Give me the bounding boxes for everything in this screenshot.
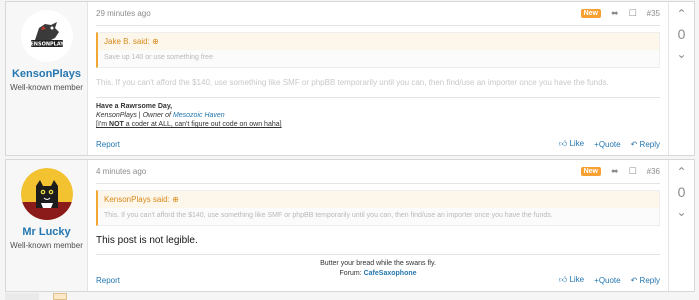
signature-name: KensonPlays: [96, 112, 137, 119]
like-label: Like: [569, 275, 585, 284]
quote-label: Quote: [598, 139, 621, 149]
up-arrow-icon[interactable]: ⌃: [669, 6, 694, 22]
vote-score: 0: [677, 184, 686, 200]
page-navigation: [5, 293, 67, 300]
up-arrow-icon[interactable]: ⌃: [669, 164, 694, 180]
post-header: 4 minutes ago New ⬌ ☐ #36: [96, 160, 660, 184]
user-title: Well-known member: [10, 241, 83, 250]
like-label: Like: [569, 139, 585, 148]
vote-column: ⌃ 0 ⌄: [668, 2, 694, 155]
post-main: 4 minutes ago New ⬌ ☐ #36 KensonPlays sa…: [88, 160, 668, 291]
share-icon[interactable]: ⬌: [611, 166, 619, 177]
pager-current[interactable]: [53, 293, 67, 300]
signature-note-not: NOT: [109, 121, 124, 128]
avatar[interactable]: KENSONPLAYS: [20, 10, 73, 62]
reply-label: Reply: [639, 275, 660, 285]
circle-arrow-icon[interactable]: ⊕: [172, 195, 179, 204]
down-arrow-icon[interactable]: ⌄: [669, 204, 694, 220]
reply-icon: ↶: [630, 275, 638, 285]
like-button[interactable]: 👍︎ Like: [559, 275, 584, 285]
post-time[interactable]: 29 minutes ago: [96, 9, 581, 18]
quote-block: KensonPlays said: ⊕ This. If you can't a…: [96, 190, 660, 226]
post-number[interactable]: #35: [647, 9, 660, 18]
post-main: 29 minutes ago New ⬌ ☐ #35 Jake B. said:…: [88, 2, 668, 155]
reply-button[interactable]: ↶ Reply: [631, 140, 660, 149]
quote-label: Quote: [598, 275, 621, 285]
quote-text: This. If you can't afford the $140, use …: [104, 212, 553, 219]
thumbs-up-icon: 👍︎: [558, 139, 568, 148]
signature-note-a: I'm: [97, 121, 110, 128]
new-badge: New: [580, 9, 602, 18]
quote-text: Save up 140 or use something free: [104, 54, 213, 61]
post-35: KENSONPLAYS KensonPlays Well-known membe…: [5, 1, 695, 156]
user-column: KENSONPLAYS KensonPlays Well-known membe…: [6, 2, 88, 155]
user-title: Well-known member: [10, 83, 83, 92]
signature-note: [I'm NOT a coder at ALL, can't figure ou…: [96, 121, 282, 128]
thumbs-up-icon: 👍︎: [558, 275, 568, 284]
quote-button[interactable]: +Quote: [594, 140, 620, 149]
username[interactable]: Mr Lucky: [6, 226, 87, 238]
post-36: Mr Lucky Well-known member 4 minutes ago…: [5, 159, 695, 292]
post-footer: Report 👍︎ Like +Quote ↶ Reply: [96, 139, 660, 149]
bookmark-icon[interactable]: ☐: [629, 8, 637, 19]
down-arrow-icon[interactable]: ⌄: [669, 46, 694, 62]
quote-button[interactable]: +Quote: [594, 276, 620, 285]
username[interactable]: KensonPlays: [6, 68, 87, 80]
quote-header[interactable]: KensonPlays said: ⊕: [98, 191, 659, 208]
signature: Have a Rawrsome Day, KensonPlays | Owner…: [96, 97, 660, 129]
quote-block: Jake B. said: ⊕ Save up 140 or use somet…: [96, 32, 660, 68]
pager-block[interactable]: [5, 293, 39, 300]
new-badge: New: [580, 167, 602, 176]
report-link[interactable]: Report: [96, 140, 549, 149]
avatar[interactable]: [20, 168, 73, 220]
vote-column: ⌃ 0 ⌄: [668, 160, 694, 291]
report-link[interactable]: Report: [96, 276, 549, 285]
user-column: Mr Lucky Well-known member: [6, 160, 88, 291]
signature-site-link[interactable]: Mesozoic Haven: [173, 112, 225, 119]
bookmark-icon[interactable]: ☐: [629, 166, 637, 177]
post-header: 29 minutes ago New ⬌ ☐ #35: [96, 2, 660, 26]
signature-note-b: a coder at ALL, can't figure out code on…: [123, 121, 280, 128]
post-body: This post is not legible.: [96, 235, 198, 246]
post-body: This. If you can't afford the $140, use …: [96, 78, 609, 87]
quote-author[interactable]: KensonPlays said:: [104, 195, 170, 204]
reply-label: Reply: [639, 139, 660, 149]
reply-button[interactable]: ↶ Reply: [631, 276, 660, 285]
post-footer: Report 👍︎ Like +Quote ↶ Reply: [96, 275, 660, 285]
signature-line: Have a Rawrsome Day,: [96, 103, 173, 110]
vote-score: 0: [677, 26, 686, 42]
circle-arrow-icon[interactable]: ⊕: [152, 37, 159, 46]
like-button[interactable]: 👍︎ Like: [559, 139, 584, 149]
signature-role: Owner of: [142, 112, 173, 119]
share-icon[interactable]: ⬌: [611, 8, 619, 19]
signature-line: Butter your bread while the swans fly.: [320, 260, 436, 267]
quote-author[interactable]: Jake B. said:: [104, 37, 150, 46]
svg-text:KENSONPLAYS: KENSONPLAYS: [26, 42, 67, 48]
post-number[interactable]: #36: [647, 167, 660, 176]
quote-header[interactable]: Jake B. said: ⊕: [98, 33, 659, 50]
post-time[interactable]: 4 minutes ago: [96, 167, 581, 176]
reply-icon: ↶: [630, 139, 638, 149]
